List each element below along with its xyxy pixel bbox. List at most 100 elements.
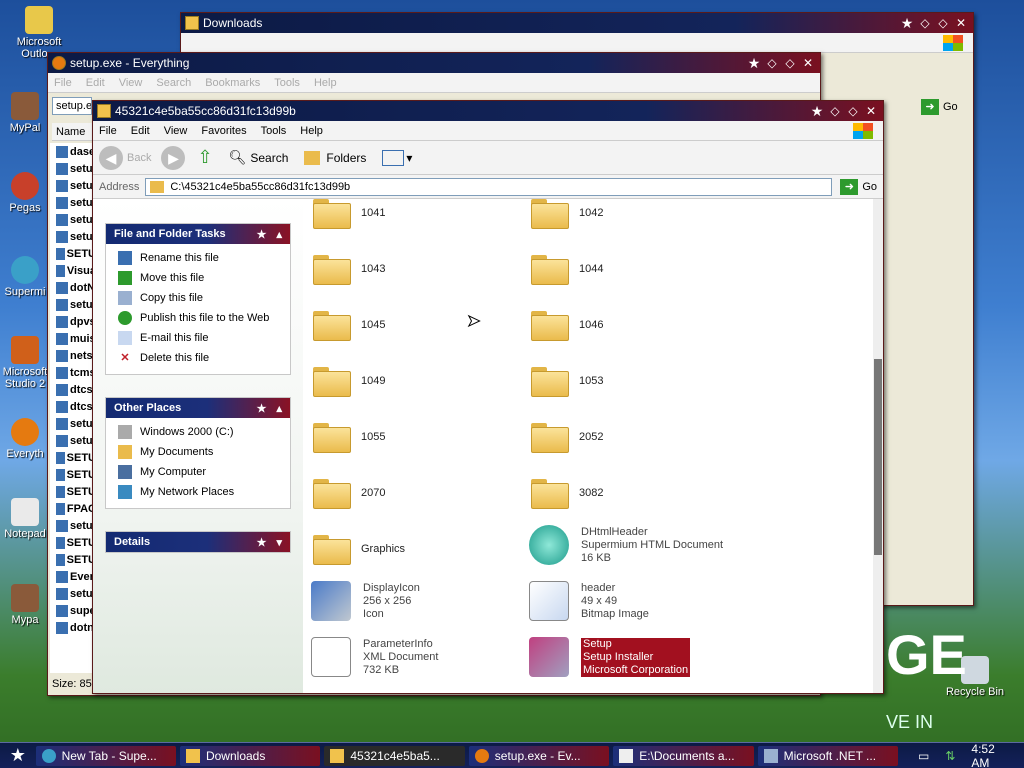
folder-item[interactable]: Graphics [313, 535, 405, 565]
desktop-icon-pegasus[interactable]: Pegas [0, 172, 50, 214]
back-button[interactable]: ◀ [99, 145, 123, 170]
everything-result-row[interactable]: SETU [50, 466, 96, 483]
folder-item[interactable]: 1046 [531, 311, 603, 341]
email-file-link[interactable]: E-mail this file [106, 328, 290, 348]
everything-column-name[interactable]: Name [52, 123, 92, 141]
explorer-window[interactable]: 45321c4e5ba55cc86d31fc13d99b ★ ◇ ◇ ✕ Fil… [92, 100, 884, 694]
publish-web-link[interactable]: Publish this file to the Web [106, 308, 290, 328]
details-header[interactable]: Details ★ ▾ [106, 532, 290, 552]
everything-titlebar[interactable]: setup.exe - Everything ★ ◇ ◇ ✕ [48, 53, 820, 73]
file-item-displayicon[interactable]: DisplayIcon 256 x 256 Icon [311, 581, 420, 621]
address-input[interactable]: C:\45321c4e5ba55cc86d31fc13d99b [145, 177, 833, 196]
downloads-titlebar[interactable]: Downloads ★ ◇ ◇ ✕ [181, 13, 973, 33]
file-item-setup[interactable]: Setup Setup Installer Microsoft Corporatio… [529, 637, 691, 677]
menu-search[interactable]: Search [156, 77, 191, 89]
everything-result-row[interactable]: FPAC [50, 500, 96, 517]
minimize-button[interactable]: ◇ [764, 55, 780, 71]
everything-result-row[interactable]: dotn [50, 619, 96, 636]
everything-result-row[interactable]: setu [50, 517, 96, 534]
vertical-scrollbar[interactable] [873, 199, 883, 693]
downloads-go[interactable]: ➜ Go [921, 99, 958, 115]
everything-result-row[interactable]: dase [50, 143, 96, 160]
views-button[interactable]: ▾ [382, 149, 412, 166]
other-places-header[interactable]: Other Places ★ ▴ [106, 398, 290, 418]
taskbar-item-dotnet[interactable]: Microsoft .NET ... [757, 745, 898, 766]
everything-result-row[interactable]: muis [50, 330, 96, 347]
desktop-icon-mypal[interactable]: MyPal [0, 92, 50, 134]
taskbar-item-explorer[interactable]: 45321c4e5ba5... [324, 745, 465, 766]
everything-result-row[interactable]: setu [50, 415, 96, 432]
taskbar-item-new-tab[interactable]: New Tab - Supe... [35, 745, 176, 766]
close-button[interactable]: ✕ [863, 103, 879, 119]
file-item-header[interactable]: header 49 x 49 Bitmap Image [529, 581, 649, 621]
minimize-button[interactable]: ◇ [827, 103, 843, 119]
folders-button[interactable]: Folders [304, 150, 366, 165]
keyboard-icon[interactable]: ▭ [918, 749, 929, 763]
menu-file[interactable]: File [54, 77, 72, 89]
file-item-dhtmlheader[interactable]: DHtmlHeader Supermium HTML Document 16 KB [529, 525, 723, 565]
move-file-link[interactable]: Move this file [106, 268, 290, 288]
everything-result-row[interactable]: SETU [50, 551, 96, 568]
everything-result-row[interactable]: SETU [50, 449, 96, 466]
desktop-icon-notepad[interactable]: Notepad [0, 498, 50, 540]
menu-file[interactable]: File [99, 125, 117, 137]
copy-file-link[interactable]: Copy this file [106, 288, 290, 308]
expand-icon[interactable]: ▾ [276, 536, 282, 549]
close-button[interactable]: ✕ [953, 15, 969, 31]
place-windows-drive[interactable]: Windows 2000 (C:) [106, 422, 290, 442]
everything-result-row[interactable]: dtcs [50, 381, 96, 398]
everything-result-row[interactable]: setu [50, 160, 96, 177]
everything-result-row[interactable]: setu [50, 585, 96, 602]
maximize-button[interactable]: ◇ [935, 15, 951, 31]
file-list-view[interactable]: 1041 1042 1043 1044 1045 1046 1049 1053 … [303, 199, 873, 693]
folder-item[interactable]: 1055 [313, 423, 385, 453]
file-item-parameterinfo[interactable]: ParameterInfo XML Document 732 KB [311, 637, 438, 677]
taskbar-item-everything[interactable]: setup.exe - Ev... [468, 745, 610, 766]
scrollbar-thumb[interactable] [874, 359, 882, 555]
everything-result-row[interactable]: nets [50, 347, 96, 364]
start-button[interactable]: ★ [0, 745, 36, 766]
up-folder-button[interactable]: ⇧ [197, 147, 212, 168]
delete-file-link[interactable]: ✕ Delete this file [106, 348, 290, 368]
collapse-icon[interactable]: ▴ [276, 228, 282, 241]
folder-item[interactable]: 1053 [531, 367, 603, 397]
menu-view[interactable]: View [164, 125, 188, 137]
desktop-icon-visual-studio[interactable]: Microsoft Studio 2 [0, 336, 50, 390]
folder-item[interactable]: 2052 [531, 423, 603, 453]
clock[interactable]: 4:52 AM [971, 742, 1014, 768]
folder-item[interactable]: 3082 [531, 479, 603, 509]
everything-result-row[interactable]: SETU [50, 483, 96, 500]
maximize-button[interactable]: ◇ [782, 55, 798, 71]
desktop-icon-mypal-2[interactable]: Mypa [0, 584, 50, 626]
place-my-computer[interactable]: My Computer [106, 462, 290, 482]
everything-result-row[interactable]: setu [50, 432, 96, 449]
folder-item[interactable]: 1042 [531, 199, 603, 229]
place-my-documents[interactable]: My Documents [106, 442, 290, 462]
maximize-button[interactable]: ◇ [845, 103, 861, 119]
everything-result-row[interactable]: Ever [50, 568, 96, 585]
folder-item[interactable]: 1049 [313, 367, 385, 397]
everything-result-row[interactable]: Visua [50, 262, 96, 279]
go-button[interactable]: ➜ Go [840, 178, 877, 195]
rename-file-link[interactable]: Rename this file [106, 248, 290, 268]
close-button[interactable]: ✕ [800, 55, 816, 71]
menu-favorites[interactable]: Favorites [201, 125, 246, 137]
everything-result-row[interactable]: setu [50, 177, 96, 194]
menu-bookmarks[interactable]: Bookmarks [205, 77, 260, 89]
everything-result-row[interactable]: dotN [50, 279, 96, 296]
everything-result-row[interactable]: SETU [50, 245, 96, 262]
everything-result-row[interactable]: tcms [50, 364, 96, 381]
folder-item[interactable]: 1041 [313, 199, 385, 229]
folder-item[interactable]: 1044 [531, 255, 603, 285]
place-my-network[interactable]: My Network Places [106, 482, 290, 502]
menu-view[interactable]: View [119, 77, 143, 89]
menu-tools[interactable]: Tools [261, 125, 287, 137]
menu-help[interactable]: Help [314, 77, 337, 89]
file-folder-tasks-header[interactable]: File and Folder Tasks ★ ▴ [106, 224, 290, 244]
forward-button[interactable]: ▶ [161, 145, 186, 170]
network-tray-icon[interactable]: ⇅ [945, 749, 955, 763]
everything-result-row[interactable]: setu [50, 194, 96, 211]
desktop-icon-everything[interactable]: Everyth [0, 418, 50, 460]
everything-results-list[interactable]: dase setu setu setu setu setu SETU Visua dotN set… [50, 143, 96, 673]
menu-edit[interactable]: Edit [131, 125, 150, 137]
